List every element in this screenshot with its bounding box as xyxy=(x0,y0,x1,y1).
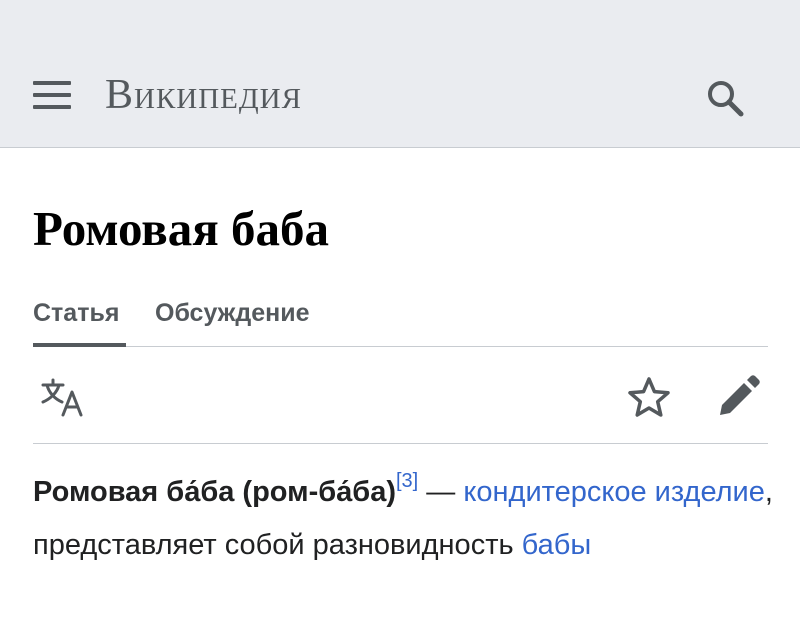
tab-talk[interactable]: Обсуждение xyxy=(155,296,310,330)
article-bold-term: Ромовая ба́ба (ром-ба́ба) xyxy=(33,476,396,508)
reference-sup[interactable]: [3] xyxy=(396,470,418,492)
hamburger-menu-icon[interactable] xyxy=(33,81,71,109)
active-tab-indicator xyxy=(33,343,126,347)
article-lead: Ромовая ба́ба (ром-ба́ба)[3] — кондитерс… xyxy=(33,466,773,572)
tab-article[interactable]: Статья xyxy=(33,296,119,330)
menu-line xyxy=(33,81,71,85)
page-title: Ромовая баба xyxy=(33,201,330,256)
page-tabs: Статья Обсуждение xyxy=(33,290,768,347)
status-bar xyxy=(0,0,800,42)
star-icon[interactable] xyxy=(627,376,671,418)
language-icon[interactable] xyxy=(41,378,87,418)
reference-link[interactable]: [3] xyxy=(396,470,418,492)
wikipedia-wordmark[interactable]: Википедия xyxy=(105,70,302,120)
search-icon[interactable] xyxy=(703,76,747,120)
link-baba[interactable]: бабы xyxy=(522,529,592,561)
menu-line xyxy=(33,93,71,97)
page-actions-toolbar xyxy=(33,348,768,444)
article-dash: — xyxy=(418,476,464,508)
pencil-icon[interactable] xyxy=(716,375,760,419)
menu-line xyxy=(33,105,71,109)
link-confectionery[interactable]: кондитерское изделие xyxy=(463,476,765,508)
